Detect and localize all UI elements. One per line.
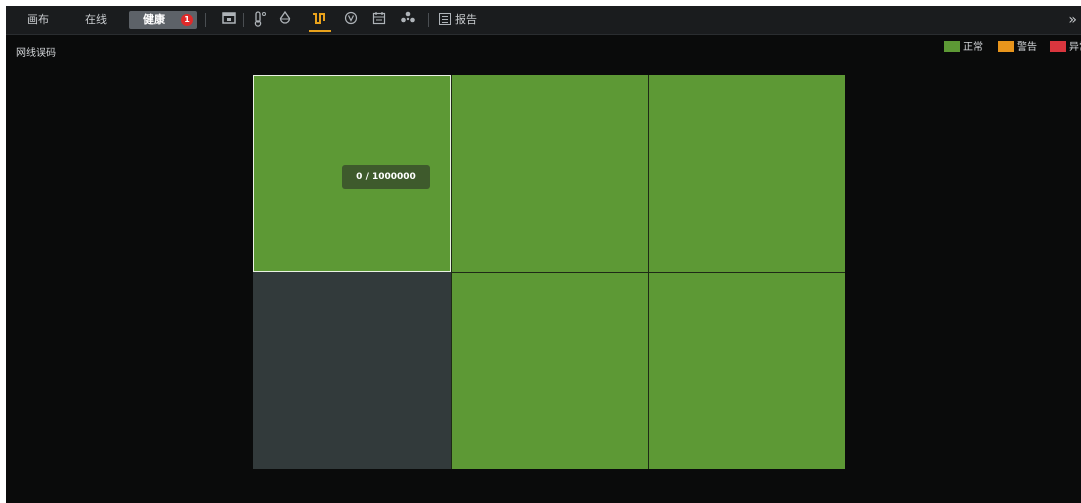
legend-error-swatch [1050, 40, 1066, 52]
legend-warning: 警告 [998, 40, 1037, 56]
screen-icon[interactable] [220, 11, 238, 29]
module-grid: 0 / 1000000 [253, 75, 845, 469]
tab-report-label: 报告 [455, 13, 477, 26]
grid-divider [451, 272, 845, 273]
calendar-icon[interactable] [370, 11, 388, 29]
grid-cell[interactable] [648, 272, 845, 469]
tab-health-label: 健康 [143, 13, 165, 26]
toolbar-divider [243, 13, 244, 27]
legend-normal-swatch [944, 40, 960, 52]
report-icon [439, 13, 451, 25]
grid-cell[interactable]: 0 / 1000000 [253, 75, 451, 272]
droplet-icon[interactable] [276, 10, 294, 29]
health-alert-badge: 1 [181, 14, 193, 26]
active-tab-indicator [309, 30, 331, 32]
tab-health[interactable]: 健康 1 [129, 11, 197, 29]
grid-cell[interactable] [253, 272, 451, 469]
toolbar-divider [428, 13, 429, 27]
curve-icon[interactable] [311, 11, 329, 29]
tab-canvas[interactable]: 画布 [18, 6, 58, 34]
tab-online[interactable]: 在线 [76, 6, 116, 34]
legend-warning-label: 警告 [1017, 42, 1037, 53]
legend-error-label: 异常 [1069, 42, 1081, 53]
legend-normal: 正常 [944, 40, 983, 56]
page-title: 网线误码 [16, 48, 56, 59]
toolbar: 画布 在线 健康 1 报告 » [6, 6, 1081, 35]
thermometer-icon[interactable] [251, 11, 269, 29]
expand-more-icon[interactable]: » [1068, 6, 1077, 34]
health-panel: 画布 在线 健康 1 报告 » 网线误码 正常 警告 异 0 / 1000000 [6, 6, 1081, 503]
toolbar-divider [205, 13, 206, 27]
grid-cell[interactable] [451, 272, 648, 469]
error-count-tooltip: 0 / 1000000 [342, 165, 430, 189]
grid-cell[interactable] [451, 75, 648, 272]
legend-warning-swatch [998, 40, 1014, 52]
fan-icon[interactable] [399, 11, 417, 29]
tab-report[interactable]: 报告 [439, 6, 477, 34]
legend-error: 异常 [1050, 40, 1081, 56]
grid-cell[interactable] [648, 75, 845, 272]
voltage-icon[interactable] [342, 11, 360, 29]
legend-normal-label: 正常 [963, 42, 983, 53]
